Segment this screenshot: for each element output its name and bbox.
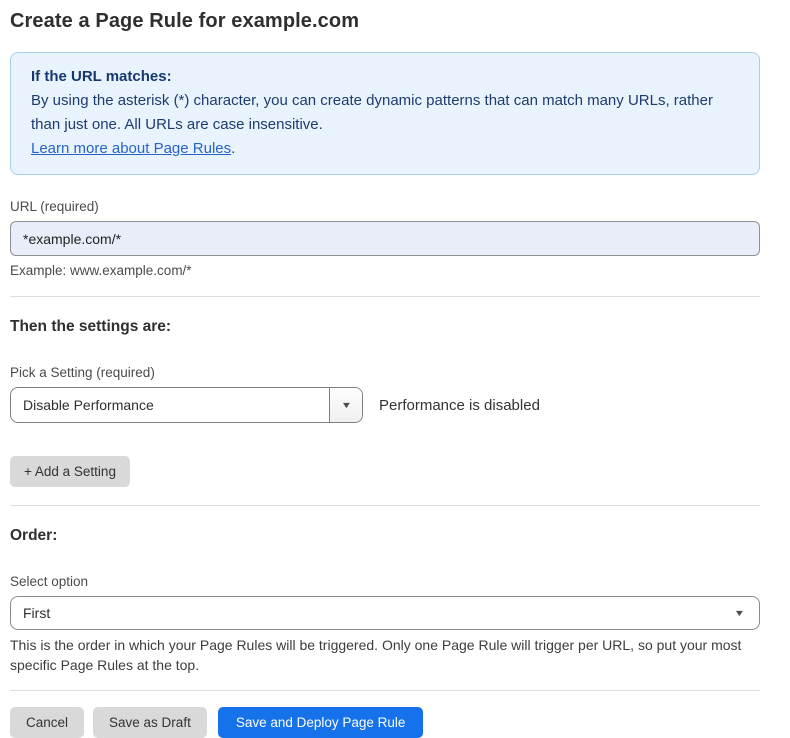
setting-row: Disable Performance ▼ Performance is dis… xyxy=(10,387,760,423)
order-select-dropdown[interactable]: First ▼ xyxy=(10,596,760,630)
order-section-heading: Order: xyxy=(10,527,760,545)
url-matches-info-box: If the URL matches: By using the asteris… xyxy=(10,52,760,175)
url-example-text: Example: www.example.com/* xyxy=(10,263,760,278)
chevron-down-icon: ▼ xyxy=(734,609,746,618)
info-box-link-line: Learn more about Page Rules. xyxy=(31,137,739,161)
url-field-label: URL (required) xyxy=(10,199,760,214)
setting-select-value: Disable Performance xyxy=(11,388,329,422)
setting-picker-label: Pick a Setting (required) xyxy=(10,365,760,380)
learn-more-link[interactable]: Learn more about Page Rules xyxy=(31,140,231,157)
add-setting-button[interactable]: + Add a Setting xyxy=(10,456,130,487)
order-help-text: This is the order in which your Page Rul… xyxy=(10,636,760,675)
page-title: Create a Page Rule for example.com xyxy=(10,10,760,33)
setting-status-text: Performance is disabled xyxy=(379,397,540,414)
url-input[interactable] xyxy=(10,221,760,256)
info-box-body: By using the asterisk (*) character, you… xyxy=(31,89,739,137)
save-as-draft-button[interactable]: Save as Draft xyxy=(93,707,207,738)
setting-select-dropdown[interactable]: Disable Performance ▼ xyxy=(10,387,363,423)
setting-select-arrow-button[interactable]: ▼ xyxy=(329,388,362,422)
divider xyxy=(10,505,760,506)
order-select-label: Select option xyxy=(10,574,760,589)
save-and-deploy-button[interactable]: Save and Deploy Page Rule xyxy=(218,707,424,738)
form-actions: Cancel Save as Draft Save and Deploy Pag… xyxy=(10,707,760,738)
settings-section-heading: Then the settings are: xyxy=(10,318,760,336)
page-rule-form: Create a Page Rule for example.com If th… xyxy=(10,0,760,738)
chevron-down-icon: ▼ xyxy=(340,401,352,410)
link-suffix: . xyxy=(231,140,235,157)
divider xyxy=(10,690,760,691)
divider xyxy=(10,296,760,297)
info-box-heading: If the URL matches: xyxy=(31,65,739,89)
cancel-button[interactable]: Cancel xyxy=(10,707,84,738)
order-select-value: First xyxy=(23,605,50,621)
